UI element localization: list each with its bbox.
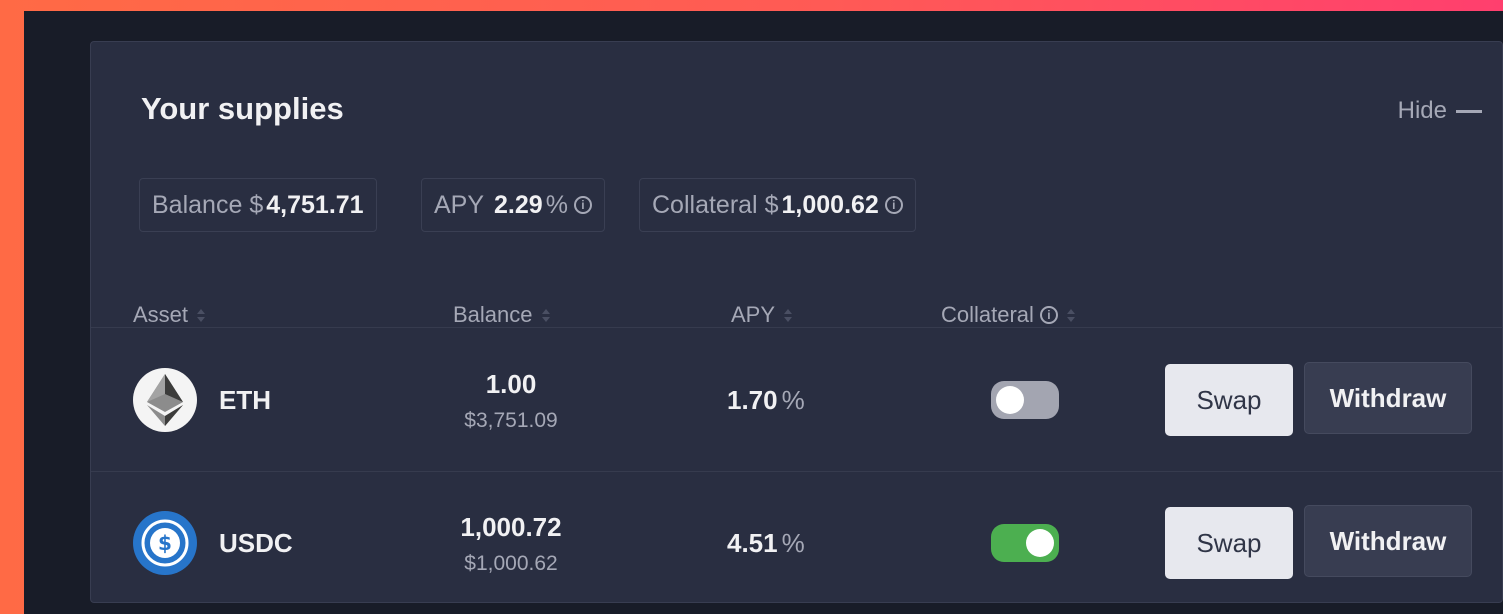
summary-collateral-value: 1,000.62	[781, 190, 879, 219]
summary-balance-label: Balance	[152, 190, 243, 219]
minus-icon	[1456, 109, 1482, 113]
summary-apy-unit: %	[545, 190, 568, 219]
summary-collateral: Collateral $ 1,000.62 i	[639, 178, 916, 232]
column-header-asset[interactable]: Asset	[133, 302, 206, 328]
sort-icon	[541, 308, 550, 322]
withdraw-button[interactable]: Withdraw	[1304, 505, 1472, 577]
hide-label: Hide	[1397, 97, 1447, 124]
summary-apy-label: APY	[434, 190, 485, 219]
panel-title: Your supplies	[141, 91, 344, 126]
column-balance-label: Balance	[453, 302, 533, 327]
balance-usd: $1,000.62	[464, 552, 558, 575]
apy-number: 4.51	[727, 528, 778, 558]
sort-icon	[1066, 308, 1075, 322]
hide-button[interactable]: Hide	[1398, 97, 1482, 125]
asset-name: USDC	[219, 528, 293, 558]
column-header-balance[interactable]: Balance	[453, 302, 550, 328]
collateral-toggle[interactable]	[991, 524, 1059, 562]
info-icon[interactable]: i	[884, 196, 903, 214]
column-collateral-label: Collateral	[941, 302, 1034, 327]
info-icon[interactable]: i	[573, 196, 592, 214]
swap-button[interactable]: Swap	[1165, 507, 1293, 579]
app-background: Your supplies Hide Balance $ 4,751.71 AP…	[24, 11, 1503, 614]
apy-value: 1.70%	[727, 385, 805, 416]
collateral-toggle[interactable]	[991, 381, 1059, 419]
toggle-knob	[1026, 529, 1054, 557]
summary-collateral-currency: $	[764, 190, 779, 219]
column-apy-label: APY	[731, 302, 776, 327]
svg-text:$: $	[158, 531, 172, 555]
ethereum-icon	[133, 368, 197, 432]
column-asset-label: Asset	[133, 302, 189, 327]
column-header-apy[interactable]: APY	[731, 302, 793, 328]
column-header-collateral[interactable]: Collateral i	[941, 302, 1075, 328]
summary-apy-value: 2.29	[494, 190, 543, 219]
divider	[91, 471, 1502, 472]
swap-button[interactable]: Swap	[1165, 364, 1293, 436]
summary-apy: APY 2.29 % i	[421, 178, 605, 232]
summary-balance-currency: $	[249, 190, 264, 219]
divider	[91, 327, 1502, 328]
asset-name: ETH	[219, 385, 271, 415]
apy-value: 4.51%	[727, 528, 805, 559]
balance-usd: $3,751.09	[464, 409, 558, 432]
toggle-knob	[996, 386, 1024, 414]
sort-icon	[784, 308, 793, 322]
summary-collateral-label: Collateral	[652, 190, 758, 219]
apy-number: 1.70	[727, 385, 778, 415]
sort-icon	[197, 308, 206, 322]
summary-balance-value: 4,751.71	[266, 190, 364, 219]
usdc-icon: $	[133, 511, 197, 575]
summary-balance: Balance $ 4,751.71	[139, 178, 377, 232]
supplies-panel: Your supplies Hide Balance $ 4,751.71 AP…	[90, 41, 1503, 603]
withdraw-button[interactable]: Withdraw	[1304, 362, 1472, 434]
info-icon[interactable]: i	[1039, 306, 1058, 324]
apy-unit: %	[781, 385, 805, 415]
apy-unit: %	[781, 528, 805, 558]
balance-amount: 1.00	[485, 369, 537, 399]
balance-amount: 1,000.72	[460, 512, 562, 542]
